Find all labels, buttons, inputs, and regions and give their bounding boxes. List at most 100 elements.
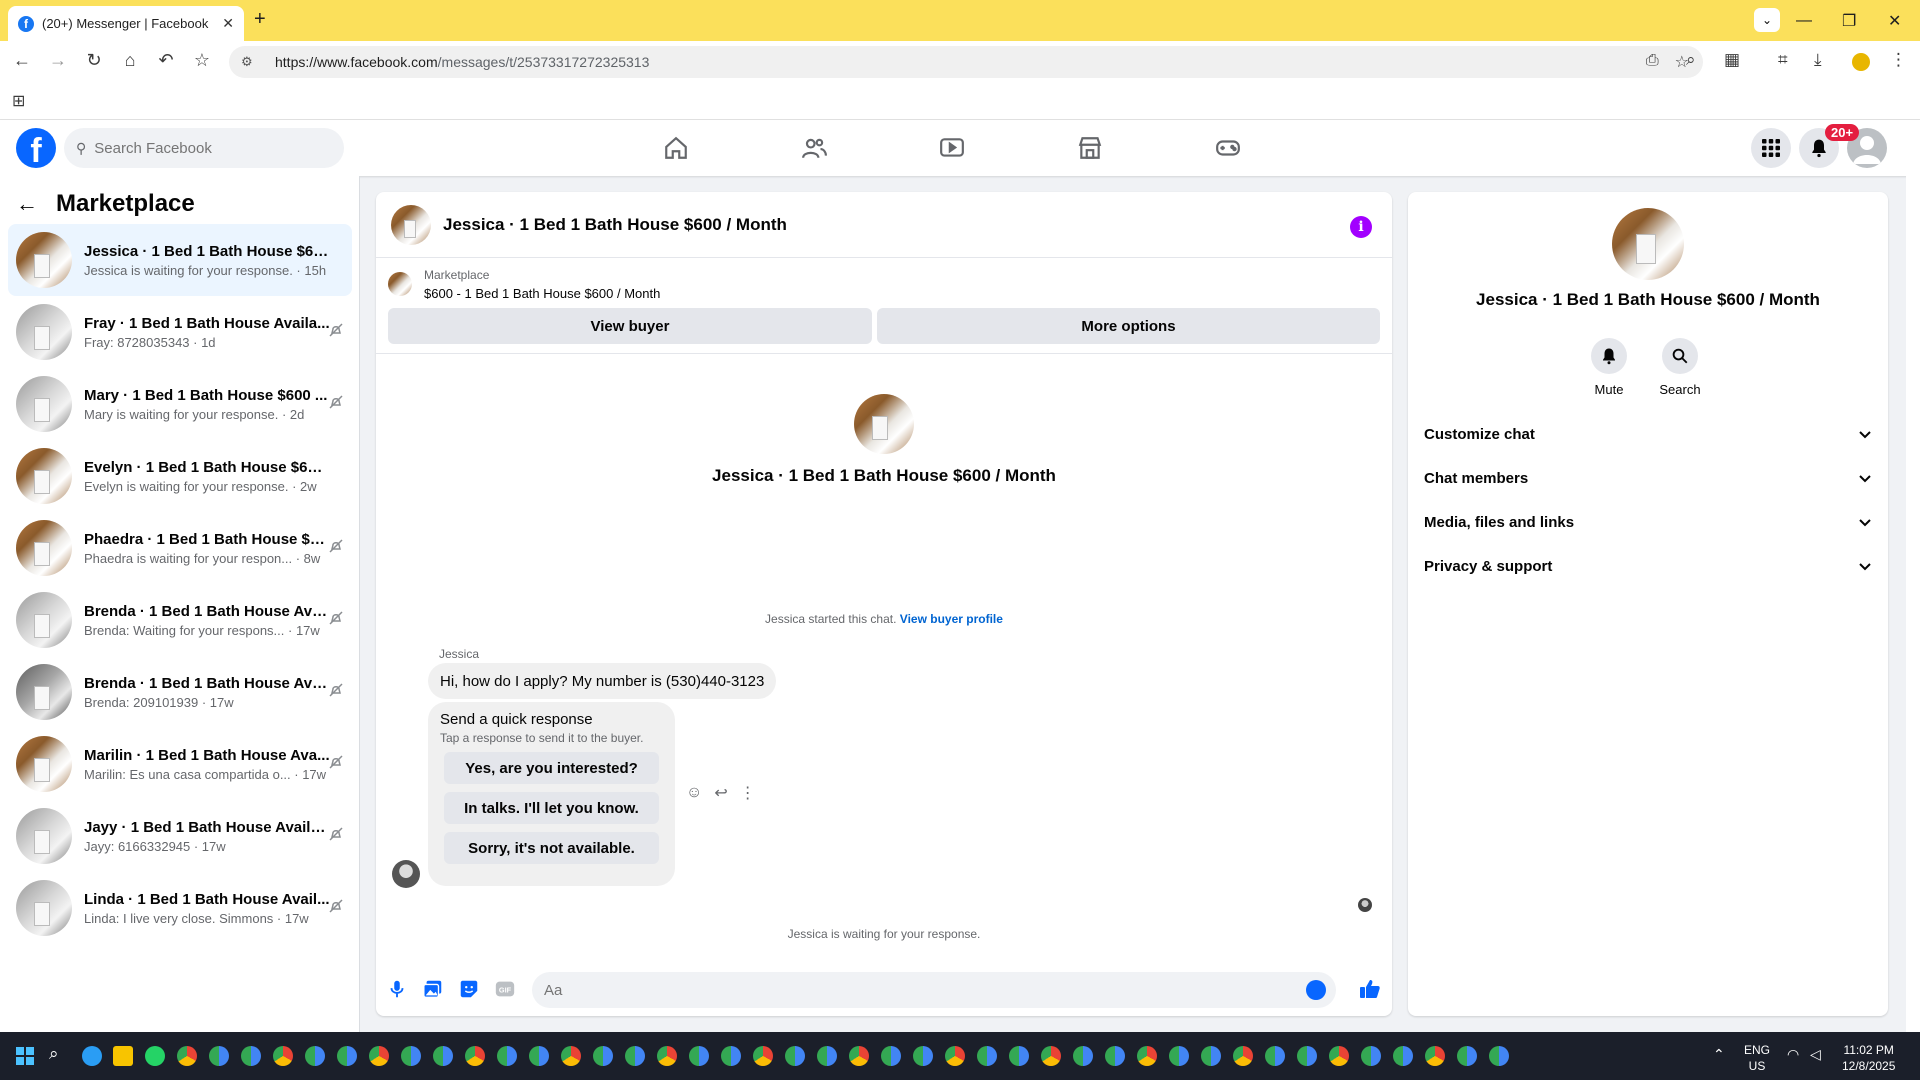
taskbar-chrome-icon[interactable] (881, 1046, 901, 1066)
taskbar-search-icon[interactable]: ⌕ (49, 1044, 59, 1064)
url-text[interactable]: https://www.facebook.com/messages/t/2537… (275, 54, 649, 70)
taskbar-chrome-icon[interactable] (945, 1046, 965, 1066)
taskbar-chrome-icon[interactable] (1041, 1046, 1061, 1066)
chat-title[interactable]: Jessica · 1 Bed 1 Bath House $600 / Mont… (443, 215, 787, 235)
more-options-button[interactable]: More options (877, 308, 1380, 344)
media-files-links-section[interactable]: Media, files and links (1408, 500, 1888, 544)
taskbar-chrome-icon[interactable] (1489, 1046, 1509, 1066)
clock[interactable]: 11:02 PM 12/8/2025 (1842, 1042, 1895, 1074)
undo-icon[interactable]: ↶ (154, 50, 178, 71)
taskbar-chrome-icon[interactable] (593, 1046, 613, 1066)
taskbar-chrome-icon[interactable] (529, 1046, 549, 1066)
page-scrollbar[interactable] (1906, 120, 1920, 1032)
thumbs-up-icon[interactable] (1358, 977, 1382, 1001)
taskbar-chrome-icon[interactable] (721, 1046, 741, 1066)
chat-members-section[interactable]: Chat members (1408, 456, 1888, 500)
file-explorer-icon[interactable] (113, 1046, 133, 1066)
quick-reply-button[interactable]: Sorry, it's not available. (444, 832, 659, 864)
facebook-search-input[interactable] (94, 139, 315, 157)
taskbar-chrome-icon[interactable] (1105, 1046, 1125, 1066)
view-buyer-profile-link[interactable]: View buyer profile (900, 612, 1003, 626)
taskbar-chrome-icon[interactable] (625, 1046, 645, 1066)
taskbar-chrome-icon[interactable] (1169, 1046, 1189, 1066)
taskbar-chrome-icon[interactable] (753, 1046, 773, 1066)
taskbar-chrome-icon[interactable] (817, 1046, 837, 1066)
browser-menu-icon[interactable]: ⋮ (1890, 50, 1907, 70)
restore-icon[interactable]: ❐ (1842, 0, 1856, 41)
mute-button[interactable]: Mute (1579, 338, 1639, 397)
language-indicator[interactable]: ENG US (1744, 1042, 1770, 1074)
taskbar-chrome-icon[interactable] (1457, 1046, 1477, 1066)
privacy-support-section[interactable]: Privacy & support (1408, 544, 1888, 588)
reload-icon[interactable]: ↻ (82, 50, 106, 71)
taskbar-chrome-icon[interactable] (177, 1046, 197, 1066)
taskbar-chrome-icon[interactable] (1265, 1046, 1285, 1066)
menu-grid-button[interactable] (1751, 128, 1791, 168)
back-arrow-icon[interactable]: ← (16, 191, 38, 217)
taskbar-chrome-icon[interactable] (657, 1046, 677, 1066)
new-tab-icon[interactable]: + (254, 8, 266, 31)
minimize-icon[interactable]: — (1796, 0, 1812, 41)
browser-tab[interactable]: f (20+) Messenger | Facebook ✕ (8, 6, 244, 41)
taskbar-chrome-icon[interactable] (849, 1046, 869, 1066)
message-bubble[interactable]: Hi, how do I apply? My number is (530)44… (428, 663, 777, 699)
taskbar-chrome-icon[interactable] (369, 1046, 389, 1066)
taskbar-chrome-icon[interactable] (785, 1046, 805, 1066)
conversation-item[interactable]: Brenda · 1 Bed 1 Bath House Ava... Brenda… (8, 584, 352, 656)
tab-search-icon[interactable]: ⌄ (1754, 8, 1780, 32)
more-icon[interactable]: ⋮ (740, 783, 756, 803)
back-icon[interactable]: ← (10, 50, 34, 71)
taskbar-chrome-icon[interactable] (337, 1046, 357, 1066)
taskbar-chrome-icon[interactable] (561, 1046, 581, 1066)
nav-gaming[interactable] (1172, 120, 1284, 176)
sender-avatar[interactable] (392, 860, 420, 888)
conversation-item[interactable]: Linda · 1 Bed 1 Bath House Avail... Linda… (8, 872, 352, 944)
address-bar[interactable]: ⚙ https://www.facebook.com/messages/t/25… (229, 46, 1703, 78)
taskbar-chrome-icon[interactable] (1073, 1046, 1093, 1066)
nav-friends[interactable] (758, 120, 870, 176)
taskbar-chrome-icon[interactable] (689, 1046, 709, 1066)
reply-icon[interactable]: ↩ (714, 783, 727, 803)
gif-icon[interactable]: GIF (494, 978, 516, 1000)
facebook-search[interactable]: ⚲ (64, 128, 344, 168)
crop-icon[interactable]: ⌗ (1778, 50, 1788, 70)
quick-reply-button[interactable]: Yes, are you interested? (444, 752, 659, 784)
conversation-item[interactable]: Phaedra · 1 Bed 1 Bath House $6... Phaedr… (8, 512, 352, 584)
edge-icon[interactable] (82, 1046, 102, 1066)
taskbar-chrome-icon[interactable] (241, 1046, 261, 1066)
window-close-icon[interactable]: ✕ (1888, 0, 1901, 41)
taskbar-chrome-icon[interactable] (465, 1046, 485, 1066)
taskbar-chrome-icon[interactable] (1297, 1046, 1317, 1066)
nav-marketplace[interactable] (1034, 120, 1146, 176)
home-icon[interactable]: ⌂ (118, 50, 142, 71)
install-app-icon[interactable]: ⎙ (1646, 52, 1659, 72)
taskbar-chrome-icon[interactable] (977, 1046, 997, 1066)
emoji-icon[interactable] (1306, 980, 1326, 1000)
conversation-item[interactable]: Evelyn · 1 Bed 1 Bath House $600 /... Eve… (8, 440, 352, 512)
taskbar-chrome-icon[interactable] (1137, 1046, 1157, 1066)
taskbar-chrome-icon[interactable] (1233, 1046, 1253, 1066)
windows-start-icon[interactable] (16, 1047, 34, 1065)
facebook-logo-icon[interactable]: f (16, 128, 56, 168)
tab-close-icon[interactable]: ✕ (222, 15, 234, 32)
taskbar-chrome-icon[interactable] (401, 1046, 421, 1066)
info-icon[interactable]: i (1350, 216, 1372, 238)
zoom-search-icon[interactable]: ⌕ (1686, 50, 1696, 70)
message-input-box[interactable] (532, 972, 1336, 1008)
taskbar-chrome-icon[interactable] (1329, 1046, 1349, 1066)
conversation-item[interactable]: Brenda · 1 Bed 1 Bath House Ava... Brenda… (8, 656, 352, 728)
taskbar-chrome-icon[interactable] (1425, 1046, 1445, 1066)
taskbar-chrome-icon[interactable] (913, 1046, 933, 1066)
nav-home[interactable] (620, 120, 732, 176)
microphone-icon[interactable] (386, 978, 408, 1000)
conversation-item[interactable]: Jessica · 1 Bed 1 Bath House $600 /... Je… (8, 224, 352, 296)
qr-code-icon[interactable]: ▦ (1724, 50, 1740, 70)
site-info-icon[interactable]: ⚙ (241, 54, 259, 70)
volume-icon[interactable]: ◁ (1810, 1046, 1821, 1063)
react-emoji-icon[interactable]: ☺ (686, 784, 702, 802)
conversation-item[interactable]: Marilin · 1 Bed 1 Bath House Ava... Maril… (8, 728, 352, 800)
taskbar-chrome-icon[interactable] (305, 1046, 325, 1066)
browser-profile-icon[interactable] (1852, 53, 1870, 71)
conversation-item[interactable]: Mary · 1 Bed 1 Bath House $600 ... Mary i… (8, 368, 352, 440)
conversation-item[interactable]: Jayy · 1 Bed 1 Bath House Availa... Jayy:… (8, 800, 352, 872)
